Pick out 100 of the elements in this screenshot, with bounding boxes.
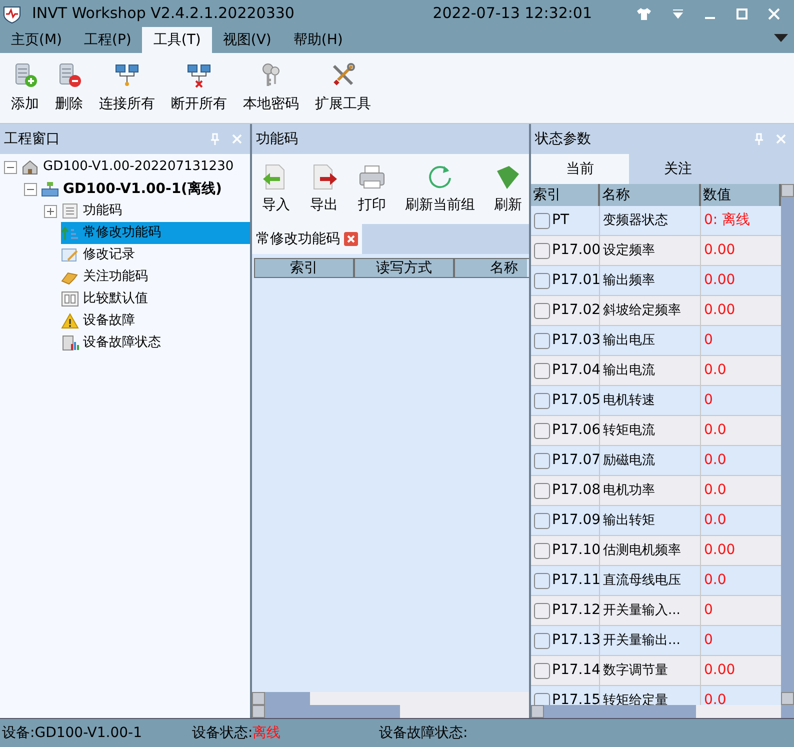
document-tab[interactable]: 常修改功能码 bbox=[252, 224, 362, 254]
table-cell-text: P17.14 bbox=[552, 661, 601, 680]
tree-item[interactable]: 比较默认值 bbox=[61, 288, 250, 310]
toolbar-button[interactable]: 刷新 bbox=[484, 162, 529, 216]
toolbar-button[interactable]: 删除 bbox=[48, 62, 90, 114]
toolbar-button[interactable]: 扩展工具 bbox=[308, 62, 378, 114]
warning-icon bbox=[61, 313, 79, 329]
menu-tab[interactable]: 工具(T) bbox=[142, 27, 212, 53]
table-cell-text: 0 bbox=[704, 631, 713, 650]
window-title: INVT Workshop V2.4.2.1.20220330 bbox=[32, 3, 294, 24]
table-cell-text: 转矩电流 bbox=[603, 422, 655, 440]
table-cell-text: 电机转速 bbox=[603, 392, 655, 410]
horizontal-scrollbar[interactable] bbox=[252, 705, 529, 718]
expand-toggle[interactable] bbox=[44, 204, 56, 218]
checkbox[interactable] bbox=[534, 212, 550, 228]
scroll-up-button[interactable] bbox=[781, 184, 794, 197]
table-cell-text: 0 bbox=[704, 391, 713, 410]
checkbox[interactable] bbox=[534, 392, 550, 408]
table-cell-text: 变频器状态 bbox=[603, 212, 668, 230]
checkbox[interactable] bbox=[534, 242, 550, 258]
report-chart-icon bbox=[61, 335, 79, 351]
pin-icon[interactable] bbox=[754, 133, 764, 145]
edit-record-icon bbox=[61, 247, 79, 263]
scroll-left-button[interactable] bbox=[252, 692, 265, 705]
table-cell-text: 0 bbox=[704, 601, 713, 620]
table-cell-text: 输出电压 bbox=[603, 332, 655, 350]
clock-text: 2022-07-13 12:32:01 bbox=[432, 3, 592, 24]
checkbox[interactable] bbox=[534, 572, 550, 588]
table-cell-text: P17.02 bbox=[552, 301, 601, 320]
checkbox[interactable] bbox=[534, 482, 550, 498]
column-header[interactable]: 读写方式 bbox=[354, 258, 454, 278]
device-icon bbox=[41, 181, 59, 197]
panel-tab[interactable]: 当前 bbox=[531, 154, 629, 184]
toolbar-button[interactable]: 导入 bbox=[252, 162, 300, 216]
vertical-scrollbar[interactable] bbox=[781, 184, 794, 718]
toolbar-button[interactable]: 添加 bbox=[4, 62, 46, 114]
toolbar-button[interactable]: 连接所有 bbox=[92, 62, 162, 114]
table-cell-text: 设定频率 bbox=[603, 242, 655, 260]
toolbar-button[interactable]: 本地密码 bbox=[236, 62, 306, 114]
tree-item[interactable]: 设备故障 bbox=[61, 310, 250, 332]
network-icon bbox=[114, 62, 140, 88]
menu-tab[interactable]: 视图(V) bbox=[212, 27, 282, 53]
horizontal-scrollbar[interactable] bbox=[252, 692, 529, 705]
toolbar-button[interactable]: 刷新当前组 bbox=[396, 162, 484, 216]
scroll-thumb[interactable] bbox=[265, 692, 310, 705]
table-cell-text: 0 bbox=[704, 331, 713, 350]
tree-item[interactable]: GD100-V1.00-202207131230 bbox=[21, 156, 250, 178]
tree-item[interactable]: 设备故障状态 bbox=[61, 332, 250, 354]
checkbox[interactable] bbox=[534, 272, 550, 288]
tree-item[interactable]: 常修改功能码 bbox=[61, 222, 250, 244]
device-state: 设备状态:离线 bbox=[192, 724, 282, 742]
scroll-left-button[interactable] bbox=[252, 705, 265, 718]
close-icon[interactable] bbox=[768, 8, 780, 20]
ribbon-collapse-icon[interactable] bbox=[774, 33, 788, 43]
house-icon bbox=[21, 159, 39, 175]
menu-tab[interactable]: 帮助(H) bbox=[282, 27, 354, 53]
checkbox[interactable] bbox=[534, 362, 550, 378]
toolbar-button[interactable]: 断开所有 bbox=[164, 62, 234, 114]
table-cell-text: 0.0 bbox=[704, 451, 726, 470]
table-cell-text: 0.00 bbox=[704, 661, 736, 680]
column-header[interactable]: 索引 bbox=[254, 258, 354, 278]
table-cell-text: 输出电流 bbox=[603, 362, 655, 380]
table-cell-text: PT bbox=[552, 211, 569, 230]
dropdown-icon[interactable] bbox=[672, 8, 684, 18]
table-cell-text: P17.03 bbox=[552, 331, 601, 350]
collapse-toggle[interactable] bbox=[24, 182, 36, 196]
scroll-thumb[interactable] bbox=[544, 705, 696, 718]
menu-tab[interactable]: 主页(M) bbox=[0, 27, 74, 53]
scroll-thumb[interactable] bbox=[265, 705, 400, 718]
checkbox[interactable] bbox=[534, 542, 550, 558]
checkbox[interactable] bbox=[534, 512, 550, 528]
panel-title: 状态参数 bbox=[535, 130, 592, 148]
toolbar-button[interactable]: 打印 bbox=[348, 162, 396, 216]
tree-item[interactable]: 功能码 bbox=[61, 200, 250, 222]
table-cell-text: P17.12 bbox=[552, 601, 601, 620]
checkbox[interactable] bbox=[534, 662, 550, 678]
table-cell-text: 0: 离线 bbox=[704, 211, 750, 230]
collapse-toggle[interactable] bbox=[4, 160, 16, 174]
tree-item[interactable]: GD100-V1.00-1(离线) bbox=[41, 178, 250, 200]
shirt-icon[interactable] bbox=[636, 6, 652, 20]
scroll-down-button[interactable] bbox=[781, 692, 794, 705]
maximize-icon[interactable] bbox=[736, 8, 748, 20]
table-cell-text: P17.05 bbox=[552, 391, 601, 410]
tree-item[interactable]: 修改记录 bbox=[61, 244, 250, 266]
checkbox[interactable] bbox=[534, 452, 550, 468]
scroll-left-button[interactable] bbox=[531, 705, 544, 718]
pin-icon[interactable] bbox=[210, 133, 220, 145]
tree-item[interactable]: 关注功能码 bbox=[61, 266, 250, 288]
menu-tab[interactable]: 工程(P) bbox=[73, 27, 142, 53]
table-cell-text: 0.00 bbox=[704, 241, 736, 260]
close-icon[interactable] bbox=[344, 232, 358, 246]
checkbox[interactable] bbox=[534, 302, 550, 318]
checkbox[interactable] bbox=[534, 332, 550, 348]
table-cell-text: 输出频率 bbox=[603, 272, 655, 290]
checkbox[interactable] bbox=[534, 422, 550, 438]
device-status: 设备:GD100-V1.00-1 bbox=[2, 724, 144, 742]
checkbox[interactable] bbox=[534, 602, 550, 618]
checkbox[interactable] bbox=[534, 632, 550, 648]
table-cell-text: 斜坡给定频率 bbox=[603, 302, 681, 320]
toolbar-button[interactable]: 导出 bbox=[300, 162, 348, 216]
